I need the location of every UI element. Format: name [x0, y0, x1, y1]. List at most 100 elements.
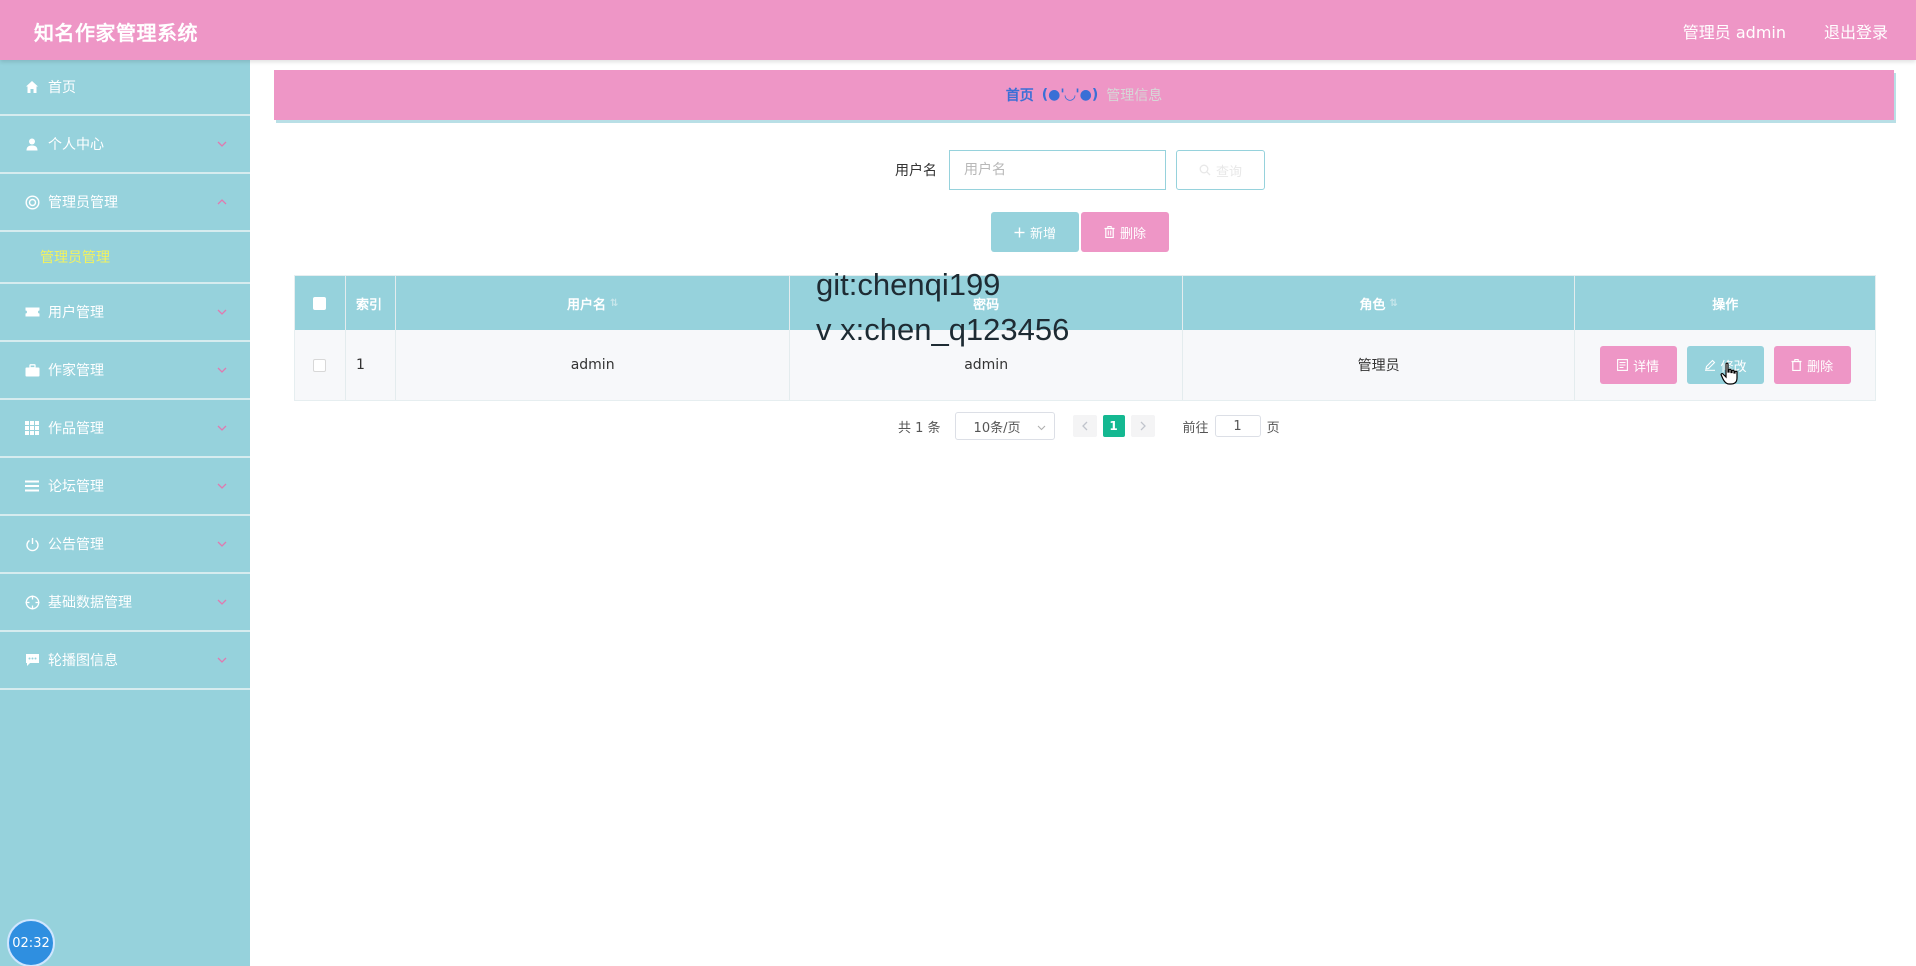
column-label: 角色	[1359, 297, 1386, 313]
table-row: 1 admin admin 管理员 详情 修改 删除	[295, 330, 1875, 400]
watermark-text: git:chenqi199 v x:chen_q123456	[816, 262, 1069, 352]
chevron-down-icon	[217, 309, 227, 315]
edit-icon	[1704, 359, 1715, 371]
breadcrumb-home[interactable]: 首页	[1006, 85, 1034, 105]
breadcrumb-current: 管理信息	[1106, 88, 1163, 104]
sidebar-item-notice-management[interactable]: 公告管理	[0, 516, 250, 574]
search-input[interactable]	[949, 150, 1166, 190]
sidebar-item-label: 用户管理	[48, 305, 104, 321]
top-header: 知名作家管理系统 管理员 admin 退出登录	[0, 0, 1916, 60]
hand-cursor-icon	[1720, 362, 1738, 385]
chevron-down-icon	[217, 541, 227, 547]
watermark-line-2: v x:chen_q123456	[816, 312, 1070, 347]
sidebar-item-label: 个人中心	[48, 137, 104, 153]
sidebar-item-writer-management[interactable]: 作家管理	[0, 342, 250, 400]
cell-role: 管理员	[1183, 330, 1576, 400]
sidebar-item-user-management[interactable]: 用户管理	[0, 284, 250, 342]
chevron-down-icon	[217, 425, 227, 431]
logout-button[interactable]: 退出登录	[1824, 19, 1888, 43]
cell-username: admin	[396, 330, 791, 400]
ticket-icon	[24, 304, 40, 320]
column-header-username[interactable]: 用户名 ⇅	[396, 276, 791, 330]
search-icon	[1199, 164, 1211, 176]
sidebar: 首页 个人中心 管理员管理 管理员管理 用户管理 作家管理 作品管理 论坛管理 …	[0, 60, 250, 966]
page-size-select[interactable]: 10条/页	[954, 412, 1055, 440]
select-all-checkbox[interactable]	[313, 296, 327, 310]
add-button-label: 新增	[1029, 226, 1056, 242]
column-header-actions: 操作	[1712, 297, 1739, 313]
grid-icon	[24, 420, 40, 436]
search-label: 用户名	[895, 163, 937, 179]
delete-button[interactable]: 删除	[1773, 346, 1851, 384]
sidebar-item-works-management[interactable]: 作品管理	[0, 400, 250, 458]
sidebar-item-label: 公告管理	[48, 537, 104, 553]
sidebar-item-profile[interactable]: 个人中心	[0, 116, 250, 174]
list-icon	[24, 478, 40, 494]
sidebar-item-label: 作家管理	[48, 363, 104, 379]
chevron-down-icon	[1037, 425, 1045, 431]
column-header-index: 索引	[346, 276, 396, 330]
chevron-down-icon	[217, 483, 227, 489]
page-size-value: 10条/页	[973, 420, 1021, 436]
sidebar-item-label: 管理员管理	[48, 195, 118, 211]
app-title: 知名作家管理系统	[34, 21, 198, 45]
prev-page-button[interactable]	[1072, 415, 1097, 437]
user-icon	[24, 136, 40, 152]
detail-button[interactable]: 详情	[1599, 346, 1677, 384]
query-button[interactable]: 查询	[1176, 150, 1265, 190]
trash-icon	[1104, 226, 1115, 238]
chevron-down-icon	[217, 367, 227, 373]
row-checkbox[interactable]	[313, 358, 327, 372]
cell-index: 1	[346, 330, 396, 400]
add-button[interactable]: 新增	[991, 212, 1079, 252]
page-number-active[interactable]: 1	[1102, 415, 1125, 437]
sidebar-item-basic-data[interactable]: 基础数据管理	[0, 574, 250, 632]
goto-page-input[interactable]	[1214, 415, 1261, 437]
sidebar-item-label: 首页	[48, 80, 76, 96]
batch-delete-label: 删除	[1119, 226, 1146, 242]
page-suffix: 页	[1266, 420, 1280, 436]
sort-icon[interactable]: ⇅	[610, 298, 618, 309]
sidebar-item-label: 轮播图信息	[48, 653, 118, 669]
chevron-left-icon	[1081, 421, 1088, 431]
crosshair-icon	[24, 594, 40, 610]
document-icon	[1617, 359, 1629, 371]
delete-button-label: 删除	[1807, 359, 1834, 375]
column-label: 用户名	[566, 297, 606, 313]
trash-icon	[1791, 359, 1802, 371]
sidebar-item-carousel[interactable]: 轮播图信息	[0, 632, 250, 690]
clock-widget: 02:32	[7, 919, 55, 966]
next-page-button[interactable]	[1130, 415, 1155, 437]
message-icon	[24, 652, 40, 668]
table-header: 索引 用户名 ⇅ 密码 角色 ⇅ 操作	[295, 276, 1875, 330]
breadcrumb: 首页 (●'◡'●) 管理信息	[274, 70, 1894, 120]
chevron-up-icon	[217, 199, 227, 205]
sidebar-item-label: 基础数据管理	[48, 595, 132, 611]
sidebar-item-home[interactable]: 首页	[0, 60, 250, 116]
power-icon	[24, 536, 40, 552]
header-select-all[interactable]	[295, 276, 346, 330]
breadcrumb-separator: (●'◡'●)	[1041, 87, 1099, 103]
plus-icon	[1014, 227, 1025, 237]
chevron-down-icon	[217, 141, 227, 147]
current-user: 管理员 admin	[1682, 23, 1786, 42]
admin-icon	[24, 194, 40, 210]
chevron-down-icon	[217, 599, 227, 605]
query-button-label: 查询	[1215, 164, 1242, 180]
sidebar-item-forum-management[interactable]: 论坛管理	[0, 458, 250, 516]
sidebar-item-admin-management[interactable]: 管理员管理	[0, 174, 250, 232]
watermark-line-1: git:chenqi199	[816, 267, 1001, 302]
pagination-total: 共 1 条	[898, 420, 941, 436]
chevron-right-icon	[1140, 421, 1146, 431]
chevron-down-icon	[217, 657, 227, 663]
sidebar-item-label: 作品管理	[48, 421, 104, 437]
row-select[interactable]	[295, 330, 346, 400]
submenu-item-admin-management[interactable]: 管理员管理	[0, 232, 250, 284]
home-icon	[24, 79, 40, 95]
admin-table: 索引 用户名 ⇅ 密码 角色 ⇅ 操作 1 admin admin 管理员 详情 修…	[294, 275, 1876, 401]
sort-icon[interactable]: ⇅	[1389, 298, 1397, 309]
column-header-role[interactable]: 角色 ⇅	[1183, 276, 1576, 330]
batch-delete-button[interactable]: 删除	[1081, 212, 1169, 252]
briefcase-icon	[24, 362, 40, 378]
goto-label: 前往	[1182, 420, 1209, 436]
